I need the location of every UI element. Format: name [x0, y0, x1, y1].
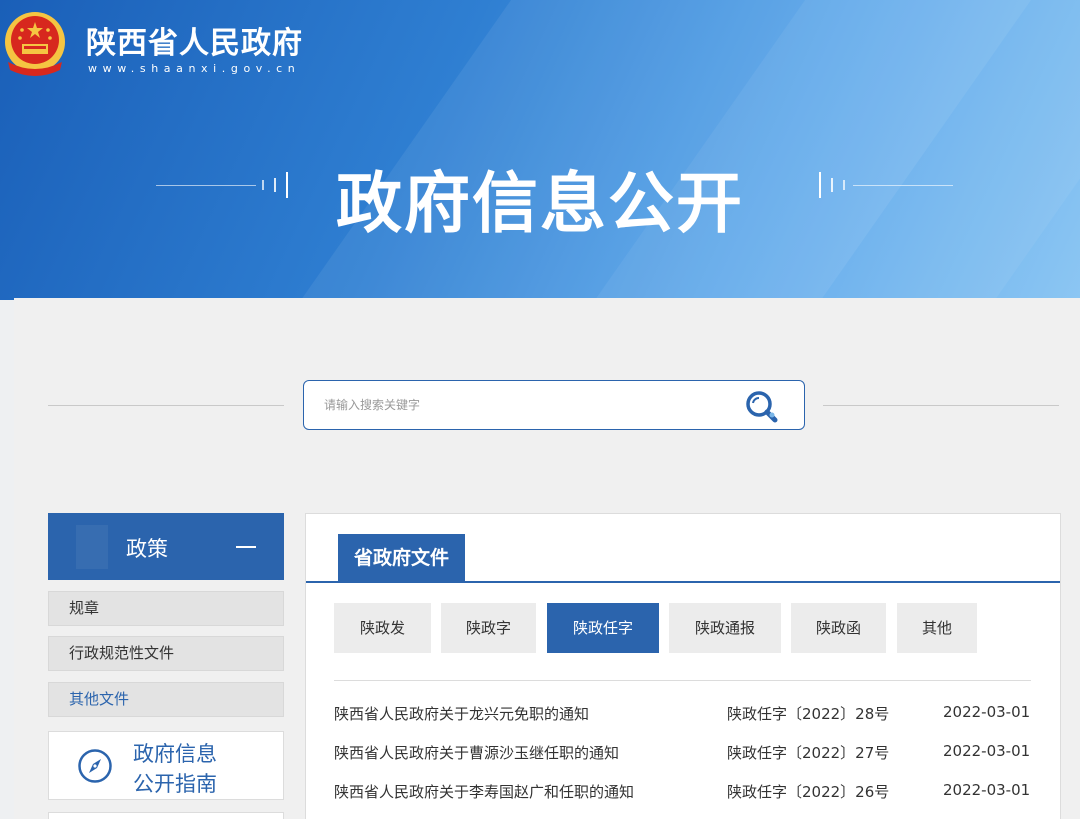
tab-provincial-docs[interactable]: 省政府文件 — [338, 534, 465, 582]
collapse-icon[interactable] — [236, 546, 256, 548]
document-date: 2022-03-01 — [943, 703, 1031, 721]
sidebar-section-policy[interactable]: 政策 — [48, 513, 284, 580]
document-number: 陕政任字〔2022〕27号 — [727, 744, 890, 762]
sidebar-item-other-docs[interactable]: 其他文件 — [48, 682, 284, 717]
list-item: 陕西省人民政府关于李寿国赵广和任职的通知 陕政任字〔2022〕26号 2022-… — [334, 781, 1031, 805]
document-number: 陕政任字〔2022〕26号 — [727, 783, 890, 801]
title-decoration-right — [853, 185, 953, 186]
search-input[interactable] — [324, 393, 724, 417]
document-number: 陕政任字〔2022〕28号 — [727, 705, 890, 723]
subtab-shaanzhenghan[interactable]: 陕政函 — [791, 603, 886, 653]
sidebar-section-title: 政策 — [126, 537, 168, 561]
sidebar-item-rules[interactable]: 规章 — [48, 591, 284, 626]
search-icon[interactable] — [742, 389, 782, 425]
subtab-shaanzhengzi[interactable]: 陕政字 — [441, 603, 536, 653]
search-divider-left — [48, 405, 284, 406]
search-box — [303, 380, 805, 430]
disclosure-guide-link[interactable]: 政府信息 公开指南 — [48, 731, 284, 800]
document-title-link[interactable]: 陕西省人民政府关于曹源沙玉继任职的通知 — [334, 742, 619, 763]
sidebar-next-box — [48, 812, 284, 819]
site-url[interactable]: www.shaanxi.gov.cn — [88, 62, 300, 75]
subtab-other[interactable]: 其他 — [897, 603, 977, 653]
subtab-shaanzhengrenzi[interactable]: 陕政任字 — [547, 603, 659, 653]
subtab-shaanzhengfa[interactable]: 陕政发 — [334, 603, 431, 653]
sidebar-item-normative-docs[interactable]: 行政规范性文件 — [48, 636, 284, 671]
document-date: 2022-03-01 — [943, 781, 1031, 799]
list-item: 陕西省人民政府关于龙兴元免职的通知 陕政任字〔2022〕28号 2022-03-… — [334, 703, 1031, 727]
subtab-shaanzhengtongbao[interactable]: 陕政通报 — [669, 603, 781, 653]
banner-title: 政府信息公开 — [336, 165, 744, 242]
tab-underline — [306, 581, 1060, 583]
document-title-link[interactable]: 陕西省人民政府关于龙兴元免职的通知 — [334, 703, 589, 724]
document-title-link[interactable]: 陕西省人民政府关于李寿国赵广和任职的通知 — [334, 781, 634, 802]
list-item: 陕西省人民政府关于曹源沙玉继任职的通知 陕政任字〔2022〕27号 2022-0… — [334, 742, 1031, 766]
site-name[interactable]: 陕西省人民政府 — [86, 18, 303, 62]
header-banner: 陕西省人民政府 www.shaanxi.gov.cn 政府信息公开 — [0, 0, 1080, 300]
search-divider-right — [823, 405, 1059, 406]
list-divider — [334, 680, 1031, 681]
national-emblem-icon — [5, 12, 65, 76]
compass-icon — [78, 749, 112, 783]
guide-label-line2: 公开指南 — [133, 772, 217, 796]
guide-label-line1: 政府信息 — [133, 742, 217, 766]
document-date: 2022-03-01 — [943, 742, 1031, 760]
